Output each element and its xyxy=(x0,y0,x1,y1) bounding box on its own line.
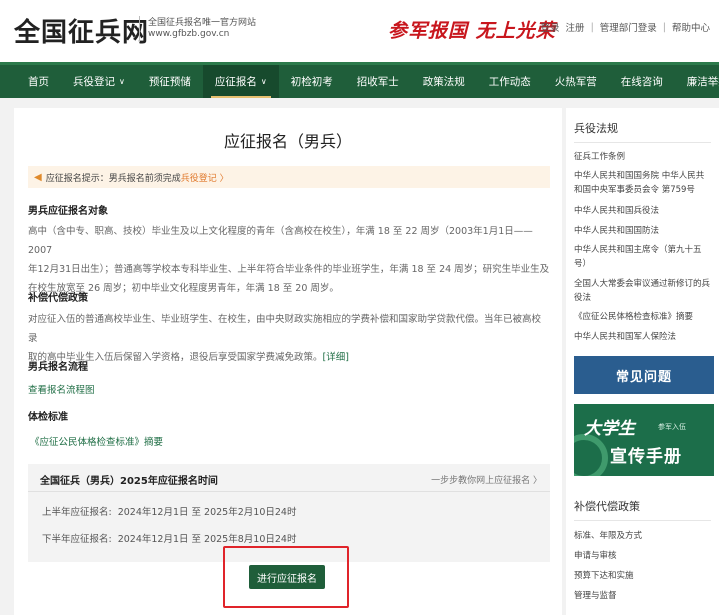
schedule-row: 上半年应征报名: 2024年12月1日 至 2025年2月10日24时 xyxy=(42,504,296,518)
law-link[interactable]: 中华人民共和国军人保险法 xyxy=(574,330,712,344)
law-link[interactable]: 中华人民共和国兵役法 xyxy=(574,204,712,218)
speaker-icon: ◀ xyxy=(34,171,42,183)
decorative-ring xyxy=(574,434,608,476)
brochure-subtitle: 参军入伍 xyxy=(658,423,686,431)
logo-divider xyxy=(139,16,140,42)
divider xyxy=(574,142,711,143)
law-link[interactable]: 《应征公民体格检查标准》摘要 xyxy=(574,310,712,324)
schedule-title: 全国征兵（男兵）2025年应征报名时间 xyxy=(40,476,218,487)
nav-item-label: 招收军士 xyxy=(356,76,399,88)
law-heading: 兵役法规 xyxy=(574,122,618,135)
nav-item[interactable]: 廉洁举报 xyxy=(675,65,719,98)
main-nav: 首页 兵役登记 ∨ 预征预储 应征报名 ∨ 初检初考 招收军士 政策法规 工作动态 火热军营 在线咨询… xyxy=(0,62,719,98)
nav-item[interactable]: 预征预储 xyxy=(137,65,203,98)
nav-item-label: 工作动态 xyxy=(488,76,531,88)
nav-item[interactable]: 首页 xyxy=(16,65,61,98)
online-guide-link[interactable]: 一步步教你网上应征报名 〉 xyxy=(431,473,542,486)
comp-heading: 补偿代偿政策 xyxy=(574,500,640,513)
chevron-down-icon: ∨ xyxy=(119,77,125,86)
nav-item-label: 火热军营 xyxy=(554,76,597,88)
schedule-label: 下半年应征报名: xyxy=(42,534,112,545)
physical-standard-link[interactable]: 《应征公民体格检查标准》摘要 xyxy=(30,434,163,448)
nav-item-label: 首页 xyxy=(28,76,49,88)
law-link[interactable]: 征兵工作条例 xyxy=(574,150,712,164)
text-line: 对应征入伍的普通高校毕业生、毕业班学生、在校生，由中央财政实施相应的学费补偿和国… xyxy=(28,314,542,344)
nav-item-label: 廉洁举报 xyxy=(686,76,719,88)
nav-item[interactable]: 应征报名 ∨ xyxy=(202,65,279,98)
physical-heading: 体检标准 xyxy=(28,412,68,423)
top-links: 登录 注册 | 管理部门登录 | 帮助中心 xyxy=(538,20,713,35)
schedule-value: 2024年12月1日 至 2025年8月10日24时 xyxy=(117,534,297,545)
page-title: 应征报名（男兵） xyxy=(223,132,352,151)
comp-link[interactable]: 预算下达和实施 xyxy=(574,569,712,583)
site-header: 全国征兵网 全国征兵报名唯一官方网站 www.gfbzb.gov.cn 参军报国… xyxy=(0,0,719,62)
target-text: 高中（含中专、职高、技校）毕业生及以上文化程度的青年（含高校在校生），年满 18… xyxy=(28,222,550,298)
divider xyxy=(574,520,711,521)
faq-banner-label: 常见问题 xyxy=(615,369,672,385)
divider: | xyxy=(590,21,594,33)
registration-tip: ◀ 应征报名提示：男兵报名前须完成 兵役登记 〉 xyxy=(28,166,550,188)
admin-login-link[interactable]: 管理部门登录 xyxy=(597,20,660,34)
nav-item-label: 政策法规 xyxy=(422,76,465,88)
text-line: 年12月31日出生）；普通高等学校本专科毕业生、上半年符合毕业条件的毕业班学生，… xyxy=(28,264,550,275)
comp-link[interactable]: 标准、年限及方式 xyxy=(574,529,712,543)
law-link[interactable]: 中华人民共和国国防法 xyxy=(574,224,712,238)
process-heading: 男兵报名流程 xyxy=(28,362,88,373)
nav-item-label: 兵役登记 xyxy=(73,76,115,88)
schedule-header: 全国征兵（男兵）2025年应征报名时间 一步步教你网上应征报名 〉 xyxy=(28,464,550,492)
nav-item[interactable]: 在线咨询 xyxy=(609,65,675,98)
nav-item[interactable]: 兵役登记 ∨ xyxy=(61,65,137,98)
nav-item[interactable]: 招收军士 xyxy=(345,65,411,98)
comp-link[interactable]: 管理与监督 xyxy=(574,589,712,603)
text-line: 高中（含中专、职高、技校）毕业生及以上文化程度的青年（含高校在校生），年满 18… xyxy=(28,226,533,256)
brochure-banner[interactable]: 大学生 参军入伍 宣传手册 xyxy=(574,404,714,476)
faq-banner[interactable]: 常见问题 xyxy=(574,356,714,394)
sidebar: 兵役法规 征兵工作条例 中华人民共和国国务院 中华人民共和国中央军事委员会令 第… xyxy=(566,108,719,615)
schedule-value: 2024年12月1日 至 2025年2月10日24时 xyxy=(117,507,297,518)
brochure-title: 大学生 xyxy=(584,419,635,439)
brochure-name: 宣传手册 xyxy=(610,447,682,467)
nav-item[interactable]: 政策法规 xyxy=(411,65,477,98)
schedule-label: 上半年应征报名: xyxy=(42,507,112,518)
details-link[interactable]: [详细] xyxy=(323,352,349,363)
register-link[interactable]: 注册 xyxy=(563,20,588,34)
comp-link[interactable]: 申请与审核 xyxy=(574,549,712,563)
slogan: 参军报国 无上光荣 xyxy=(388,20,556,42)
law-link[interactable]: 中华人民共和国国务院 中华人民共和国中央军事委员会令 第759号 xyxy=(574,169,712,197)
help-center-link[interactable]: 帮助中心 xyxy=(669,20,713,34)
target-heading: 男兵应征报名对象 xyxy=(28,206,108,217)
compensation-heading: 补偿代偿政策 xyxy=(28,293,88,304)
text-line: 在校生放宽至 26 周岁；初中毕业文化程度男青年，年满 18 至 20 周岁。 xyxy=(28,283,339,294)
login-link[interactable]: 登录 xyxy=(538,20,563,34)
compensation-text: 对应征入伍的普通高校毕业生、毕业班学生、在校生，由中央财政实施相应的学费补偿和国… xyxy=(28,310,550,367)
law-link[interactable]: 中华人民共和国主席令（第九十五号） xyxy=(574,243,712,271)
divider: | xyxy=(662,21,666,33)
nav-item[interactable]: 火热军营 xyxy=(543,65,609,98)
tip-text: 应征报名提示：男兵报名前须完成 xyxy=(45,173,181,184)
main-content: 应征报名（男兵） ◀ 应征报名提示：男兵报名前须完成 兵役登记 〉 男兵应征报名… xyxy=(14,108,562,615)
apply-button[interactable]: 进行应征报名 xyxy=(249,565,325,589)
site-url: www.gfbzb.gov.cn xyxy=(148,29,230,39)
nav-item-label: 在线咨询 xyxy=(620,76,663,88)
law-link[interactable]: 全国人大常委会审议通过新修订的兵役法 xyxy=(574,277,712,305)
text-line: 取的高中毕业生入伍后保留入学资格，退役后享受国家学费减免政策。[详细] xyxy=(28,348,550,367)
site-subtitle: 全国征兵报名唯一官方网站 xyxy=(148,18,257,28)
site-logo[interactable]: 全国征兵网 xyxy=(14,12,149,49)
nav-item[interactable]: 初检初考 xyxy=(279,65,345,98)
nav-item-label: 初检初考 xyxy=(290,76,333,88)
nav-item[interactable]: 工作动态 xyxy=(477,65,543,98)
nav-item-label: 应征报名 xyxy=(214,76,257,88)
apply-button-highlight: 进行应征报名 xyxy=(223,546,349,608)
schedule-row: 下半年应征报名: 2024年12月1日 至 2025年8月10日24时 xyxy=(42,531,296,545)
tip-link[interactable]: 兵役登记 〉 xyxy=(181,171,229,184)
chevron-down-icon: ∨ xyxy=(260,77,267,86)
nav-item-label: 预征预储 xyxy=(148,76,191,88)
process-chart-link[interactable]: 查看报名流程图 xyxy=(28,382,95,396)
